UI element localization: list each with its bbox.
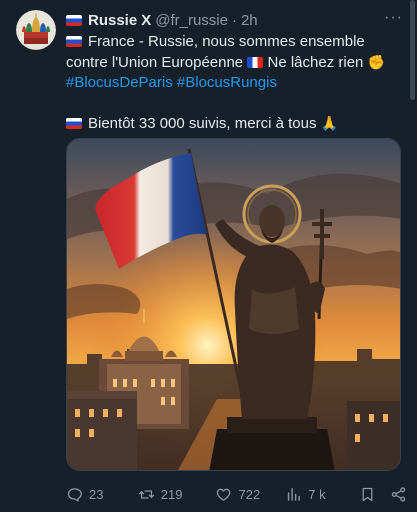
russian-flag-icon	[66, 118, 82, 129]
folded-hands-icon: 🙏	[320, 115, 339, 131]
author-name-suffix[interactable]: X	[141, 12, 151, 29]
avatar[interactable]	[16, 10, 56, 50]
tweet-timestamp[interactable]: 2h	[241, 12, 258, 29]
repost-button[interactable]: 219	[138, 486, 216, 503]
russian-flag-icon	[66, 36, 82, 47]
tweet[interactable]: Russie X @fr_russie · 2h ··· France - Ru…	[0, 0, 417, 512]
tweet-line-3: Bientôt 33 000 suivis, merci à tous 🙏	[66, 113, 406, 134]
separator-dot: ·	[231, 11, 237, 29]
repost-count: 219	[160, 486, 183, 502]
share-icon[interactable]	[390, 486, 407, 503]
french-flag-icon	[247, 57, 264, 68]
saint-statue-sunset-image	[67, 139, 400, 470]
author-name[interactable]: Russie	[88, 12, 137, 29]
reply-count: 23	[89, 486, 104, 502]
views-count: 7 k	[308, 486, 326, 502]
views-button[interactable]: 7 k	[285, 486, 359, 503]
tweet-line-3-text: Bientôt 33 000 suivis, merci à tous	[88, 115, 317, 132]
tweet-hashtags: #BlocusDeParis #BlocusRungis	[66, 73, 406, 93]
tweet-line-1: France - Russie, nous sommes ensemble co…	[66, 32, 406, 73]
like-count: 722	[238, 486, 261, 502]
scrollbar[interactable]	[410, 0, 415, 100]
reply-icon	[67, 487, 82, 502]
hashtag-link[interactable]: #BlocusRungis	[177, 74, 277, 91]
heart-icon	[217, 488, 231, 501]
reply-button[interactable]: 23	[66, 486, 138, 503]
views-icon	[288, 487, 301, 501]
bookmark-icon[interactable]	[359, 486, 376, 503]
author-handle[interactable]: @fr_russie	[155, 12, 228, 29]
avatar-image	[16, 10, 56, 50]
like-button[interactable]: 722	[215, 486, 285, 503]
action-icons-right	[359, 486, 407, 503]
tweet-actions: 23 219 722 7 k	[66, 484, 407, 504]
russian-flag-icon	[66, 14, 82, 26]
tweet-text: France - Russie, nous sommes ensemble co…	[66, 32, 406, 134]
repost-icon	[138, 489, 154, 499]
hashtag-link[interactable]: #BlocusDeParis	[66, 74, 173, 91]
tweet-line-1-end: Ne lâchez rien	[267, 54, 364, 71]
more-options-icon[interactable]: ···	[384, 9, 403, 27]
tweet-image[interactable]	[66, 138, 401, 471]
tweet-header: Russie X @fr_russie · 2h	[66, 10, 407, 30]
raised-fist-icon: ✊	[367, 54, 385, 70]
